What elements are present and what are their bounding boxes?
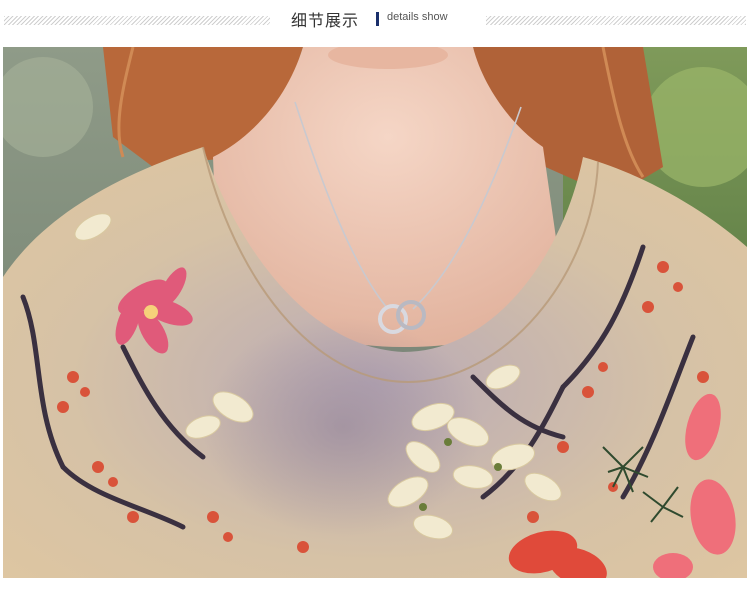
detail-photo-illustration (3, 47, 747, 578)
section-title: 细节展示 (291, 11, 360, 30)
section-header: 细节展示 details show (0, 0, 750, 40)
product-detail-photo (3, 47, 747, 578)
title-accent-bar (376, 12, 379, 26)
section-subtitle: details show (387, 11, 448, 23)
hatch-divider-right (486, 16, 746, 25)
hatch-divider-left (4, 16, 270, 25)
